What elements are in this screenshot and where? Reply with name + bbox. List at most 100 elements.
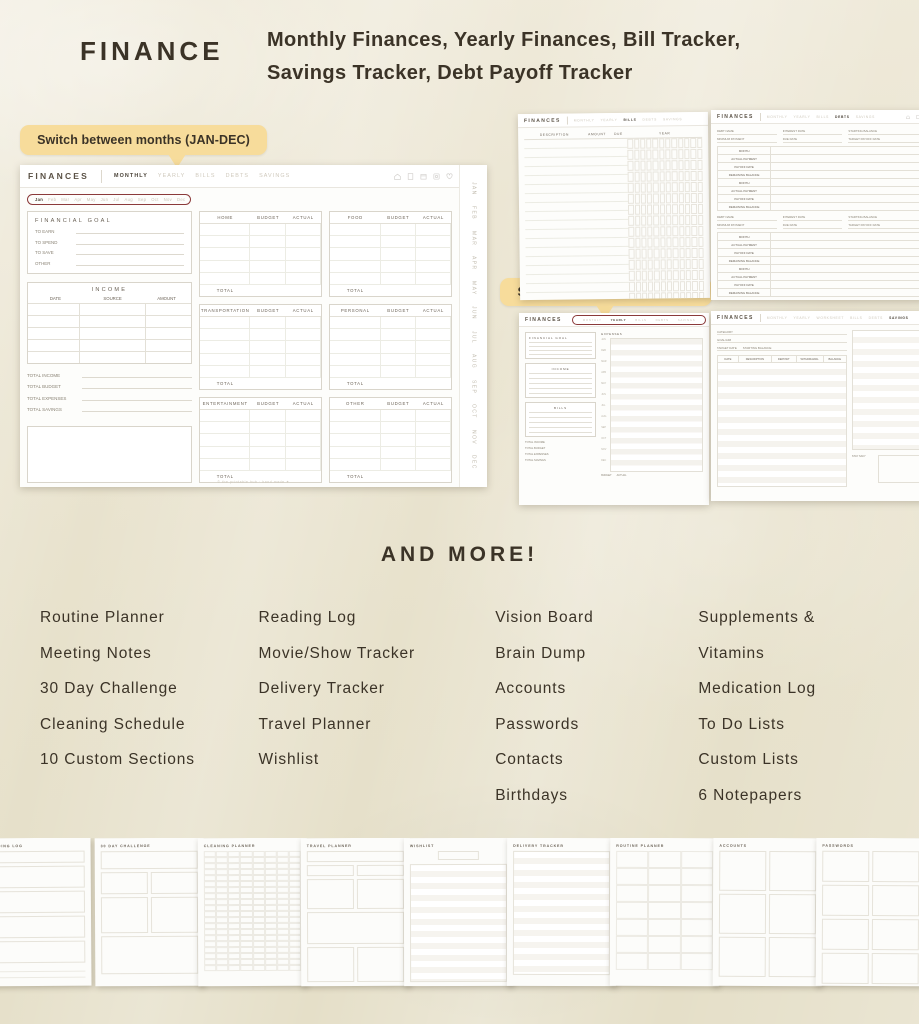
thumbnail-accounts[interactable]: ACCOUNTS xyxy=(712,838,823,987)
bills-month-checkgrid[interactable] xyxy=(627,137,705,301)
thumbnail-reading-log[interactable]: READING LOG xyxy=(0,838,92,987)
total-value[interactable] xyxy=(82,376,192,378)
total-value[interactable] xyxy=(82,411,192,412)
tab-savings[interactable]: SAVINGS xyxy=(259,173,290,179)
tab-savings[interactable]: SAVINGS xyxy=(663,117,682,121)
month-tab-jul[interactable]: Jul xyxy=(113,197,119,202)
rail-month-nov[interactable]: NOV xyxy=(471,430,477,445)
rail-month-dec[interactable]: DEC xyxy=(471,455,477,470)
tab-bills[interactable]: BILLS xyxy=(850,316,862,320)
rail-month-sep[interactable]: SEP xyxy=(471,380,477,394)
category-rows[interactable] xyxy=(329,224,451,286)
rail-month-mar[interactable]: MAR xyxy=(471,231,477,246)
month-tab-jun[interactable]: Jun xyxy=(101,197,109,202)
month-tab-nov[interactable]: Nov xyxy=(164,197,172,202)
thumbnail-cleaning-planner[interactable]: CLEANING PLANNER xyxy=(197,838,308,987)
category-rows[interactable] xyxy=(199,224,321,286)
month-tab-may[interactable]: May xyxy=(87,197,96,202)
preview-savings-tracker[interactable]: FINANCES MONTHLY YEARLY WORKSHEET BILLS … xyxy=(711,311,919,501)
rail-month-oct[interactable]: OCT xyxy=(471,404,477,419)
month-tab-sep[interactable]: Sep xyxy=(138,197,146,202)
heart-icon[interactable] xyxy=(446,172,453,180)
tab-yearly[interactable]: YEARLY xyxy=(611,318,627,322)
tab-monthly[interactable]: MONTHLY xyxy=(574,118,595,122)
thumbnail-30-day-challenge[interactable]: 30 DAY CHALLENGE xyxy=(94,838,205,987)
home-icon[interactable] xyxy=(906,114,910,119)
planner-main-monthly[interactable]: FINANCES MONTHLY YEARLY BILLS DEBTS SAVI… xyxy=(20,165,487,487)
rail-month-jul[interactable]: JUL xyxy=(471,331,477,344)
month-tab-mar[interactable]: Mar xyxy=(61,197,69,202)
debt-table-2[interactable]: MONTH ACTUAL PAYMENT PAYOFF DATE REMAINI… xyxy=(717,232,919,297)
tab-debts[interactable]: DEBTS xyxy=(642,117,657,121)
income-rows[interactable] xyxy=(28,302,191,363)
tab-bills[interactable]: BILLS xyxy=(623,117,636,121)
sticker-icon[interactable] xyxy=(433,173,440,180)
rail-month-jan[interactable]: JAN xyxy=(471,182,477,196)
tab-yearly[interactable]: YEARLY xyxy=(794,115,811,119)
month-tab-apr[interactable]: Apr xyxy=(74,197,81,202)
debt-table-1[interactable]: MONTH ACTUAL PAYMENT PAYOFF DATE REMAINI… xyxy=(717,146,919,211)
yearly-expenses-chart[interactable]: EXPENSES JAN FEB MAR APR MAY JUN JUL AUG SEP… xyxy=(601,332,703,477)
rail-month-aug[interactable]: AUG xyxy=(471,354,477,369)
tab-savings[interactable]: SAVINGS xyxy=(889,316,909,320)
savings-rows[interactable] xyxy=(718,363,846,486)
notes-box[interactable] xyxy=(27,425,192,483)
savings-table[interactable]: DATE DESCRIPTION DEPOSIT WITHDRAWAL BALA… xyxy=(717,355,847,487)
tab-debts[interactable]: DEBTS xyxy=(869,316,884,320)
note-box[interactable] xyxy=(878,455,919,483)
subsection-tabs-highlight[interactable]: MONTHLY YEARLY BILLS DEBTS SAVINGS xyxy=(571,314,707,325)
bills-grid[interactable] xyxy=(524,137,705,301)
tab-debts[interactable]: DEBTS xyxy=(226,173,249,179)
bills-lines[interactable] xyxy=(524,138,630,301)
category-rows[interactable] xyxy=(329,410,451,472)
tab-bills[interactable]: BILLS xyxy=(195,173,215,179)
preview-yearly-finances[interactable]: FINANCES MONTHLY YEARLY BILLS DEBTS SAVI… xyxy=(519,313,709,505)
tab-monthly[interactable]: MONTHLY xyxy=(767,316,788,320)
goal-field-input[interactable] xyxy=(76,264,184,266)
expense-bars[interactable] xyxy=(610,338,703,472)
month-tab-aug[interactable]: Aug xyxy=(125,197,133,202)
tab-yearly[interactable]: YEARLY xyxy=(600,117,617,121)
month-tab-oct[interactable]: Oct xyxy=(151,197,158,202)
tab-savings[interactable]: SAVINGS xyxy=(678,318,696,322)
month-tab-feb[interactable]: Feb xyxy=(48,197,56,202)
tab-debts[interactable]: DEBTS xyxy=(656,318,669,322)
tab-monthly[interactable]: MONTHLY xyxy=(767,115,788,119)
page-icon[interactable] xyxy=(407,172,414,180)
goal-field-input[interactable] xyxy=(76,254,184,255)
month-tab-dec[interactable]: Dec xyxy=(177,197,185,202)
thumbnail-delivery-tracker[interactable]: DELIVERY TRACKER xyxy=(506,838,617,987)
savings-side-table[interactable] xyxy=(851,330,919,450)
tab-worksheet[interactable]: WORKSHEET xyxy=(817,316,845,320)
tab-savings[interactable]: SAVINGS xyxy=(856,115,875,119)
thumbnail-routine-planner[interactable]: ROUTINE PLANNER xyxy=(609,838,720,987)
calendar-icon[interactable] xyxy=(420,173,427,180)
goal-field-input[interactable] xyxy=(76,243,184,245)
rail-month-may[interactable]: MAY xyxy=(471,281,477,296)
thumbnail-wishlist[interactable]: WISHLIST xyxy=(403,838,514,987)
tab-monthly[interactable]: MONTHLY xyxy=(114,173,148,179)
month-tab-jan[interactable]: Jan xyxy=(35,197,43,202)
month-rail[interactable]: JAN FEB MAR APR MAY JUN JUL AUG SEP OCT … xyxy=(459,165,487,487)
tab-bills[interactable]: BILLS xyxy=(817,115,829,119)
category-rows[interactable] xyxy=(329,317,451,379)
goal-field-input[interactable] xyxy=(76,233,184,234)
tab-monthly[interactable]: MONTHLY xyxy=(583,318,602,322)
expense-bar-grid[interactable]: JAN FEB MAR APR MAY JUN JUL AUG SEP OCT NOV DE… xyxy=(601,338,703,472)
category-rows[interactable] xyxy=(199,317,321,379)
category-rows[interactable] xyxy=(199,410,321,472)
thumbnail-passwords[interactable]: PASSWORDS xyxy=(815,838,919,987)
tab-bills[interactable]: BILLS xyxy=(635,318,646,322)
preview-bill-tracker[interactable]: FINANCES MONTHLY YEARLY BILLS DEBTS SAVI… xyxy=(517,111,711,301)
total-value[interactable] xyxy=(82,399,192,401)
rail-month-apr[interactable]: APR xyxy=(471,256,477,270)
thumbnail-travel-planner[interactable]: TRAVEL PLANNER xyxy=(300,838,411,987)
preview-debt-tracker[interactable]: FINANCES MONTHLY YEARLY BILLS DEBTS SAVI… xyxy=(711,110,919,300)
rail-month-jun[interactable]: JUN xyxy=(471,306,477,320)
home-icon[interactable] xyxy=(394,173,401,180)
rail-month-feb[interactable]: FEB xyxy=(471,206,477,220)
tab-yearly[interactable]: YEARLY xyxy=(158,173,185,179)
month-selector[interactable]: Jan Feb Mar Apr May Jun Jul Aug Sep Oct … xyxy=(27,194,191,205)
tab-yearly[interactable]: YEARLY xyxy=(794,316,811,320)
total-value[interactable] xyxy=(82,388,192,389)
